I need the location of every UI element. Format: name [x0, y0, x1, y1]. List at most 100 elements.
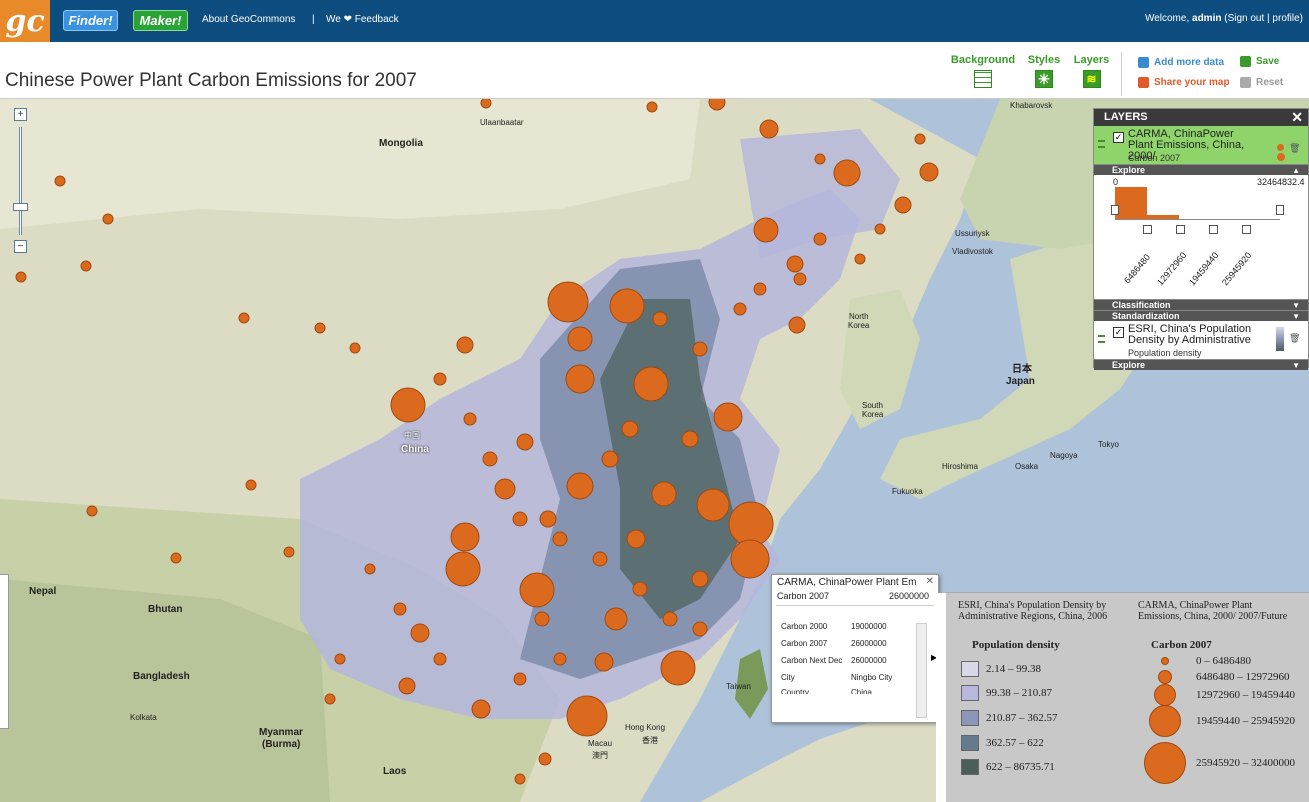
- legend-class-label: 0 – 6486480: [1196, 655, 1251, 667]
- range-handle-min[interactable]: [1111, 205, 1119, 215]
- layer-item-carma[interactable]: ✓ CARMA, ChinaPower Plant Emissions, Chi…: [1094, 126, 1308, 164]
- map-label: 澳門: [592, 751, 608, 760]
- map-label: Tokyo: [1098, 440, 1119, 449]
- grid-icon: [974, 70, 992, 88]
- reset-link[interactable]: Reset: [1240, 77, 1283, 88]
- bin-label: 19459440: [1187, 250, 1221, 288]
- layer-name: ESRI, China's Population Density by Admi…: [1128, 323, 1252, 346]
- maker-button[interactable]: Maker!: [133, 10, 188, 31]
- classification-section-header[interactable]: Classification ▼: [1094, 299, 1308, 310]
- share-link[interactable]: Share your map: [1138, 77, 1230, 88]
- about-link[interactable]: About GeoCommons: [202, 14, 295, 25]
- layer-style-icon-large: [1277, 153, 1285, 161]
- legend-size-circle: [1161, 657, 1169, 665]
- histogram-min: 0: [1113, 177, 1119, 187]
- share-label: Share your map: [1154, 77, 1230, 89]
- legend-size-circle: [1154, 684, 1176, 706]
- bin-break-handle[interactable]: [1143, 225, 1152, 234]
- map-label: Taiwan: [726, 682, 751, 691]
- popup-row-label: City: [781, 673, 795, 682]
- bin-break-handle[interactable]: [1242, 225, 1251, 234]
- legend-class-label: 362.57 – 622: [986, 737, 1044, 749]
- reset-icon: [1240, 77, 1251, 88]
- map-label: North: [849, 312, 869, 321]
- map-label: 中国: [404, 431, 420, 440]
- map-label: Bhutan: [148, 604, 183, 615]
- histogram-bar: [1115, 187, 1147, 219]
- bin-break-handle[interactable]: [1176, 225, 1185, 234]
- map-label: Korea: [848, 321, 870, 330]
- save-label: Save: [1256, 56, 1280, 68]
- popup-scrollbar[interactable]: [916, 623, 927, 718]
- add-data-label: Add more data: [1154, 57, 1225, 69]
- zoom-in-button[interactable]: +: [14, 108, 27, 121]
- signout-profile-links[interactable]: (Sign out | profile): [1224, 13, 1303, 24]
- popup-divider: [776, 605, 934, 606]
- legend-size-circle: [1158, 670, 1172, 684]
- legend-swatch: [961, 661, 979, 677]
- legend-swatch: [961, 685, 979, 701]
- layer-visibility-checkbox[interactable]: ✓: [1113, 327, 1124, 338]
- map-label: Nepal: [29, 586, 57, 597]
- map-label: China: [401, 444, 429, 455]
- map-label: Myanmar: [259, 727, 303, 738]
- map-label: Laos: [383, 766, 407, 777]
- close-icon[interactable]: ✕: [926, 576, 934, 587]
- map-legend: ESRI, China's Population Density by Admi…: [936, 592, 1309, 802]
- drag-handle-icon[interactable]: [1098, 140, 1105, 148]
- legend-class-label: 12972960 – 19459440: [1196, 689, 1295, 701]
- map-label: Vladivostok: [952, 247, 993, 256]
- explore-histogram[interactable]: 0 32464832.4 6486480 12972960 19459440 2…: [1094, 175, 1308, 299]
- layers-icon: ≋: [1082, 70, 1101, 88]
- add-data-link[interactable]: Add more data: [1138, 57, 1224, 68]
- trash-icon[interactable]: 🗑: [1289, 143, 1300, 154]
- welcome-text: Welcome,: [1144, 13, 1190, 24]
- bin-break-handle[interactable]: [1209, 225, 1218, 234]
- map-label: Kolkata: [130, 713, 157, 722]
- username[interactable]: admin: [1192, 13, 1221, 24]
- legend-class-label: 25945920 – 32400000: [1196, 757, 1295, 769]
- close-icon[interactable]: ✕: [1291, 109, 1303, 126]
- styles-button[interactable]: Styles ✳: [1026, 54, 1062, 88]
- legend-title-population: ESRI, China's Population Density by Admi…: [958, 600, 1108, 622]
- map-label: Bangladesh: [133, 671, 190, 682]
- legend-class-label: 99.38 – 210.87: [986, 687, 1052, 699]
- collapsed-side-panel[interactable]: [0, 574, 9, 729]
- explore-label: Explore: [1112, 360, 1146, 370]
- map-label: South: [862, 401, 883, 410]
- feature-info-popup: CARMA, ChinaPower Plant Em ✕ Carbon 2007…: [771, 574, 939, 723]
- zoom-slider-track[interactable]: [19, 127, 22, 235]
- styles-label: Styles: [1027, 54, 1061, 66]
- map-label: Mongolia: [379, 138, 423, 149]
- popup-row-label: Country: [781, 688, 810, 694]
- background-label: Background: [950, 54, 1016, 66]
- layer-item-esri[interactable]: ✓ ESRI, China's Population Density by Ad…: [1094, 321, 1308, 359]
- legend-swatch: [961, 710, 979, 726]
- page-title: Chinese Power Plant Carbon Emissions for…: [5, 70, 417, 91]
- zoom-slider-handle[interactable]: [13, 203, 28, 211]
- legend-class-label: 210.87 – 362.57: [986, 712, 1058, 724]
- popup-row-value: 19000000: [851, 622, 887, 631]
- zoom-out-button[interactable]: −: [14, 240, 27, 253]
- map-label: Khabarovsk: [1010, 101, 1053, 110]
- range-handle-max[interactable]: [1276, 205, 1284, 215]
- background-button[interactable]: Background: [949, 54, 1017, 88]
- legend-side-strip[interactable]: [936, 593, 946, 802]
- layer-attribute: Carbon 2007: [1128, 153, 1181, 163]
- layers-button[interactable]: Layers ≋: [1073, 54, 1110, 88]
- legend-size-circle: [1149, 705, 1181, 737]
- drag-handle-icon[interactable]: [1098, 335, 1105, 343]
- popup-attribute-label: Carbon 2007: [777, 591, 830, 601]
- trash-icon[interactable]: 🗑: [1289, 333, 1300, 344]
- explore-section-header[interactable]: Explore ▼: [1094, 359, 1308, 370]
- feedback-link[interactable]: We ❤ Feedback: [326, 14, 399, 25]
- explore-section-header[interactable]: Explore ▲: [1094, 164, 1308, 175]
- share-icon: [1138, 77, 1149, 88]
- bin-label: 25945920: [1220, 250, 1254, 288]
- standardization-section-header[interactable]: Standardization ▼: [1094, 310, 1308, 321]
- geocommons-logo[interactable]: gc: [0, 0, 50, 42]
- asterisk-icon: ✳: [1035, 70, 1053, 88]
- finder-button[interactable]: Finder!: [63, 10, 118, 31]
- save-link[interactable]: Save: [1240, 56, 1279, 67]
- layer-visibility-checkbox[interactable]: ✓: [1113, 132, 1124, 143]
